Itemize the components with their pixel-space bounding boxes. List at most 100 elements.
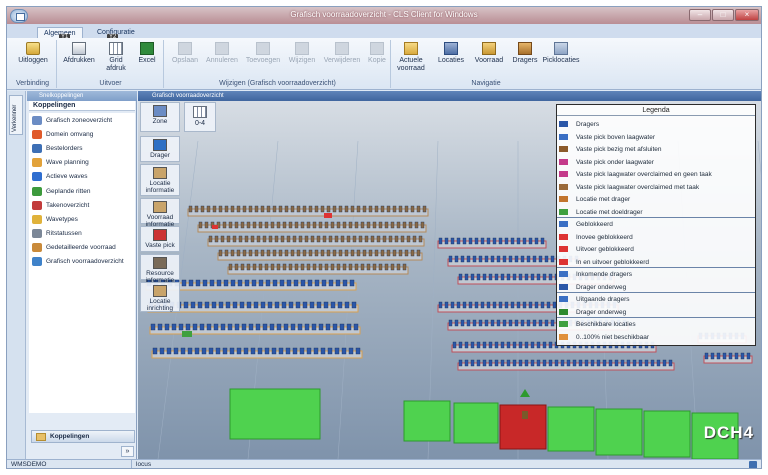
koppelingen-panel-button[interactable]: Koppelingen — [31, 430, 135, 443]
voorraad-button[interactable]: Voorraad — [472, 42, 506, 65]
stock-icon — [482, 42, 496, 55]
right-rack-5-carrier — [452, 341, 457, 349]
sidebar-item-grafisch-voorraadoverzicht[interactable]: Grafisch voorraadoverzicht — [29, 255, 135, 269]
blue-rack-3-carrier — [180, 347, 186, 355]
brown-rack-4-carrier — [300, 263, 305, 271]
brown-rack-2-carrier — [334, 235, 339, 243]
opslaan-button[interactable]: Opslaan — [169, 42, 201, 65]
sidebar-item-grafisch-zoneoverzicht[interactable]: Grafisch zoneoverzicht — [29, 113, 135, 127]
brown-rack-4-carrier — [360, 263, 365, 271]
blue-rack-3-carrier — [313, 347, 319, 355]
sidebar-item-label: Actieve waves — [46, 173, 88, 181]
right-rack-6-carrier — [518, 359, 523, 367]
verwijderen-button[interactable]: Verwijderen — [321, 42, 363, 65]
right-rack-6-carrier — [638, 359, 643, 367]
expand-button[interactable]: » — [121, 446, 134, 457]
brown-rack-4-carrier — [240, 263, 245, 271]
green-bay — [595, 408, 643, 456]
vertical-tabstrip: Verkenner — [7, 91, 26, 459]
dragers-button[interactable]: Dragers — [510, 42, 540, 65]
sidebar-item-wavetypes[interactable]: Wavetypes — [29, 212, 135, 226]
sidebar-item-ritstatussen[interactable]: Ritstatussen — [29, 227, 135, 241]
right-rack-2-carrier — [494, 273, 499, 281]
sidebar-item-takenoverzicht[interactable]: Takenoverzicht — [29, 198, 135, 212]
brown-rack-1-carrier — [396, 221, 401, 229]
right-rack-5-carrier — [494, 341, 499, 349]
picklocaties-button[interactable]: Picklocaties — [542, 42, 580, 65]
tab-verkenner[interactable]: Verkenner — [9, 95, 23, 135]
blue-rack-3-carrier — [208, 347, 214, 355]
view-tab[interactable]: Grafisch voorraadoverzicht — [138, 91, 761, 101]
close-button[interactable]: × — [735, 9, 759, 21]
tool-voorraad-informatie[interactable]: Voorraad informatie — [140, 198, 180, 228]
blue-rack-2-carrier — [220, 323, 226, 331]
brown-rack-2-carrier — [322, 235, 327, 243]
tool-0-4[interactable]: 0-4 — [184, 102, 216, 132]
brown-rack-0-carrier — [362, 205, 367, 213]
tool-resource-informatie[interactable]: Resource informatie — [140, 254, 180, 284]
tool-vaste-pick[interactable]: Vaste pick — [140, 226, 180, 252]
kopie-button[interactable]: Kopie — [365, 42, 389, 65]
brown-rack-0-carrier — [356, 205, 361, 213]
blue-rack-2-carrier — [227, 323, 233, 331]
right-rack-5-carrier — [512, 341, 517, 349]
blue-rack-3-carrier — [229, 347, 235, 355]
sidebar-item-domein-omvang[interactable]: Domein omvang — [29, 127, 135, 141]
sidebar-item-wave-planning[interactable]: Wave planning — [29, 156, 135, 170]
afdrukken-button[interactable]: Afdrukken — [61, 42, 97, 65]
wijzigen-button[interactable]: Wijzigen — [285, 42, 319, 65]
snelkoppelingen-header[interactable]: Snelkoppelingen — [27, 91, 137, 101]
brown-rack-3-carrier — [302, 249, 307, 257]
uitloggen-button[interactable]: Uitloggen — [15, 42, 51, 65]
right-rack-2-carrier — [506, 273, 511, 281]
tool-locatie-inrichting[interactable]: Locatie inrichting — [140, 282, 180, 312]
right-rack-4-carrier — [514, 319, 519, 327]
blue-rack-3-carrier — [292, 347, 298, 355]
sidebar-item-bestelorders[interactable]: Bestelorders — [29, 141, 135, 155]
brown-rack-2-carrier — [220, 235, 225, 243]
brown-rack-0-carrier — [212, 205, 217, 213]
zone-label: DCH4 — [703, 423, 754, 442]
brown-rack-0-carrier — [374, 205, 379, 213]
brown-rack-2-carrier — [226, 235, 231, 243]
sidebar-item-gedetailleerde-voorraad[interactable]: Gedetailleerde voorraad — [29, 241, 135, 255]
carrier-icon — [518, 42, 532, 55]
brown-rack-2-carrier — [304, 235, 309, 243]
tool-locatie-informatie[interactable]: Locatie informatie — [140, 164, 180, 196]
brown-rack-0-carrier — [188, 205, 193, 213]
warehouse-3d-view[interactable]: Grafisch voorraadoverzicht Zone Drager Loc… — [138, 91, 761, 459]
legend-item: Vaste pick onder laagwater — [559, 157, 654, 168]
blue-rack-0-carrier — [216, 279, 222, 287]
sidebar-item-geplande-ritten[interactable]: Geplande ritten — [29, 184, 135, 198]
blue-rack-0-carrier — [244, 279, 250, 287]
minimize-button[interactable]: – — [689, 9, 711, 21]
excel-button[interactable]: Excel — [134, 42, 160, 65]
brown-rack-0-carrier — [410, 205, 415, 213]
help-icon[interactable] — [749, 461, 757, 468]
blue-rack-0-carrier — [230, 279, 236, 287]
sidebar-item-actieve-waves[interactable]: Actieve waves — [29, 170, 135, 184]
right-rack-2-carrier — [476, 273, 481, 281]
brown-rack-2-carrier — [340, 235, 345, 243]
blue-rack-1-carrier — [190, 301, 196, 309]
actuele-voorraad-button[interactable]: Actuele voorraad — [394, 42, 428, 73]
blue-rack-2-carrier — [304, 323, 310, 331]
toevoegen-button[interactable]: Toevoegen — [243, 42, 283, 65]
brown-rack-4-carrier — [270, 263, 275, 271]
brown-rack-1-carrier — [384, 221, 389, 229]
tool-drager[interactable]: Drager — [140, 136, 180, 162]
brown-rack-0-carrier — [224, 205, 229, 213]
right-rack-4-carrier — [520, 319, 525, 327]
legend-item: Vaste pick boven laagwater — [559, 132, 655, 143]
blue-rack-0-carrier — [286, 279, 292, 287]
tool-zone[interactable]: Zone — [140, 102, 180, 132]
brown-rack-3-carrier — [314, 249, 319, 257]
blue-rack-2-carrier — [339, 323, 345, 331]
grid-afdruk-button[interactable]: Grid afdruk — [102, 42, 130, 73]
blue-rack-3-carrier — [201, 347, 207, 355]
annuleren-button[interactable]: Annuleren — [203, 42, 241, 65]
maximize-button[interactable]: □ — [712, 9, 734, 21]
locaties-button[interactable]: Locaties — [434, 42, 468, 65]
blue-rack-2-carrier — [241, 323, 247, 331]
folder-icon — [36, 433, 46, 441]
